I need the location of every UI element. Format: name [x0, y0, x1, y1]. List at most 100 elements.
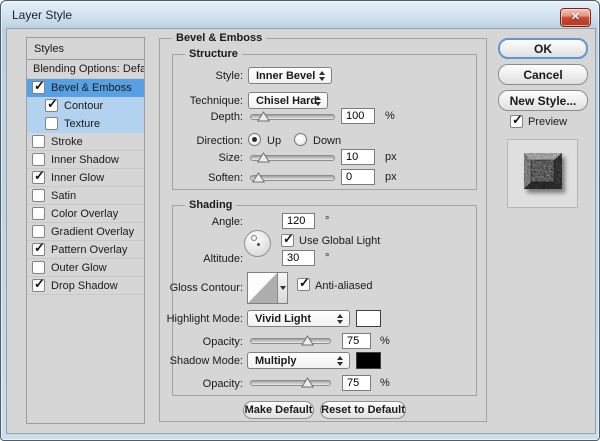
shadow-opacity-slider[interactable] [250, 377, 331, 388]
texture-checkbox[interactable] [45, 117, 58, 130]
sidebar-item-inner-shadow[interactable]: Inner Shadow [27, 151, 144, 169]
sidebar-item-bevel-emboss[interactable]: Bevel & Emboss [27, 78, 144, 97]
sidebar-item-texture[interactable]: Texture [27, 115, 144, 133]
style-value: Inner Bevel [256, 69, 316, 82]
shadow-opacity-thumb[interactable] [300, 377, 314, 388]
sidebar-item-inner-glow[interactable]: Inner Glow [27, 168, 144, 187]
gloss-contour-thumbnail[interactable] [248, 273, 277, 303]
sidebar-item-drop-shadow[interactable]: Drop Shadow [27, 276, 144, 295]
technique-dropdown[interactable]: Chisel Hard [248, 92, 328, 109]
pattern-overlay-checkbox[interactable] [32, 240, 45, 256]
sidebar-item-styles[interactable]: Styles [27, 38, 144, 60]
sidebar-item-outer-glow[interactable]: Outer Glow [27, 259, 144, 277]
shadow-mode-dropdown[interactable]: Multiply [247, 352, 350, 369]
gloss-contour-label: Gloss Contour: [169, 282, 243, 294]
size-slider[interactable] [250, 152, 335, 163]
sidebar-item-stroke[interactable]: Stroke [27, 133, 144, 151]
soften-unit: px [385, 171, 397, 183]
stepper-icon [337, 313, 344, 324]
cancel-button[interactable]: Cancel [498, 64, 588, 85]
size-input[interactable] [341, 149, 375, 165]
shadow-mode-label: Shadow Mode: [169, 355, 243, 367]
highlight-opacity-input[interactable] [342, 333, 371, 349]
shadow-opacity-input[interactable] [342, 375, 371, 391]
depth-slider-thumb[interactable] [257, 111, 271, 122]
direction-up-label: Up [267, 135, 282, 147]
sidebar-item-color-overlay[interactable]: Color Overlay [27, 205, 144, 223]
use-global-light-label: Use Global Light [299, 235, 381, 247]
shadow-color-swatch[interactable] [356, 352, 381, 369]
structure-group: Structure Style: Inner Bevel Technique: … [172, 48, 477, 190]
color-overlay-checkbox[interactable] [32, 207, 45, 220]
soften-slider[interactable] [250, 172, 335, 183]
use-global-light-checkbox[interactable] [281, 231, 294, 247]
highlight-opacity-thumb[interactable] [300, 335, 314, 346]
highlight-mode-dropdown[interactable]: Vivid Light [247, 310, 350, 327]
depth-input[interactable] [341, 108, 375, 124]
depth-slider[interactable] [250, 111, 335, 122]
angle-dial-marker [251, 235, 257, 241]
soften-slider-thumb[interactable] [251, 172, 265, 183]
depth-label: Depth: [210, 111, 243, 123]
size-unit: px [385, 151, 397, 163]
stepper-icon [337, 355, 344, 366]
structure-legend: Structure [185, 48, 242, 60]
altitude-input[interactable] [282, 250, 315, 266]
panel-title: Bevel & Emboss [172, 32, 267, 44]
highlight-opacity-slider[interactable] [250, 335, 331, 346]
sidebar-item-satin[interactable]: Satin [27, 187, 144, 205]
new-style-button[interactable]: New Style... [498, 90, 588, 111]
titlebar[interactable]: Layer Style ✕ [1, 1, 599, 28]
make-default-button[interactable]: Make Default [243, 401, 314, 419]
highlight-color-swatch[interactable] [356, 310, 381, 327]
bevel-emboss-panel: Bevel & Emboss Structure Style: Inner Be… [159, 32, 487, 422]
sidebar-item-pattern-overlay[interactable]: Pattern Overlay [27, 240, 144, 259]
gradient-overlay-checkbox[interactable] [32, 225, 45, 238]
highlight-opacity-label: Opacity: [202, 336, 243, 348]
sidebar-item-blending-options[interactable]: Blending Options: Default [27, 60, 144, 79]
angle-input[interactable] [282, 213, 315, 229]
soften-label: Soften: [208, 172, 243, 184]
ok-button[interactable]: OK [498, 38, 588, 59]
sidebar-item-contour[interactable]: Contour [27, 96, 144, 115]
sidebar-item-gradient-overlay[interactable]: Gradient Overlay [27, 223, 144, 241]
layer-style-dialog: Layer Style ✕ Styles Blending Options: D… [0, 0, 600, 441]
stroke-checkbox[interactable] [32, 135, 45, 148]
altitude-label: Altitude: [203, 253, 243, 265]
contour-checkbox[interactable] [45, 96, 58, 112]
direction-up-radio[interactable] [248, 133, 261, 146]
anti-aliased-checkbox[interactable] [297, 275, 310, 291]
stepper-icon [319, 70, 326, 81]
direction-label: Direction: [196, 135, 243, 147]
highlight-mode-label: Highlight Mode: [166, 313, 243, 325]
shading-legend: Shading [185, 199, 237, 211]
altitude-unit: ° [325, 252, 330, 264]
reset-to-default-button[interactable]: Reset to Default [320, 401, 406, 419]
technique-value: Chisel Hard [256, 94, 318, 107]
angle-dial[interactable] [244, 230, 271, 257]
style-dropdown[interactable]: Inner Bevel [248, 67, 332, 84]
gloss-contour-picker[interactable] [247, 272, 288, 304]
preview-checkbox[interactable] [510, 112, 523, 128]
size-slider-thumb[interactable] [256, 152, 270, 163]
satin-checkbox[interactable] [32, 189, 45, 202]
angle-label: Angle: [211, 216, 243, 228]
depth-unit: % [385, 110, 395, 122]
chevron-down-icon[interactable] [277, 273, 287, 303]
inner-glow-checkbox[interactable] [32, 168, 45, 184]
stepper-icon [315, 95, 322, 106]
style-preview-thumbnail [524, 153, 562, 189]
bevel-emboss-checkbox[interactable] [32, 78, 45, 94]
direction-down-radio[interactable] [294, 133, 307, 146]
anti-aliased-label: Anti-aliased [315, 280, 373, 292]
soften-input[interactable] [341, 169, 375, 185]
angle-unit: ° [325, 215, 330, 227]
outer-glow-checkbox[interactable] [32, 261, 45, 274]
preview-label: Preview [528, 116, 568, 128]
drop-shadow-checkbox[interactable] [32, 276, 45, 292]
angle-dial-center [257, 243, 260, 246]
style-label: Style: [215, 70, 243, 82]
close-button[interactable]: ✕ [560, 8, 591, 27]
shadow-mode-value: Multiply [255, 354, 297, 367]
inner-shadow-checkbox[interactable] [32, 153, 45, 166]
